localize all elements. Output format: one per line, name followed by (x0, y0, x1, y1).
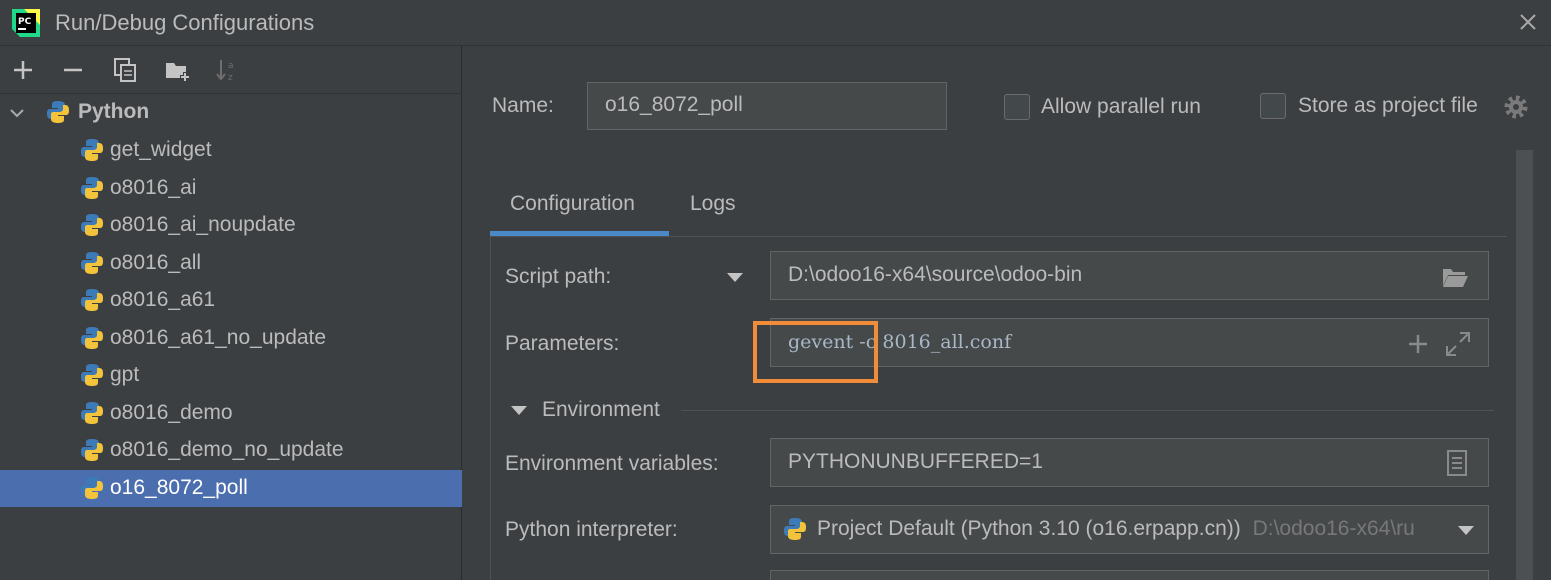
interpreter-path: D:\odoo16-x64\ru (1252, 517, 1415, 540)
python-icon (47, 101, 69, 123)
python-icon (81, 289, 103, 311)
tree-group-label: Python (78, 100, 150, 123)
tree-item[interactable]: o8016_ai (0, 170, 462, 207)
sort-icon[interactable]: a z (213, 56, 241, 84)
python-icon (81, 251, 103, 274)
pycharm-icon: PC (12, 9, 40, 37)
python-icon (81, 139, 103, 161)
python-icon (81, 176, 103, 199)
tree-item-label: o16_8072_poll (110, 475, 248, 499)
python-icon (81, 476, 103, 499)
store-project-label: Store as project file (1298, 94, 1478, 117)
script-path-field[interactable]: D:\odoo16-x64\source\odoo-bin (770, 251, 1489, 300)
interpreter-value: Project Default (Python 3.10 (o16.erpapp… (817, 517, 1241, 540)
tab-logs[interactable]: Logs (690, 192, 736, 216)
next-field[interactable] (770, 570, 1489, 580)
name-label: Name: (492, 94, 554, 117)
tree-item-label: o8016_demo_no_update (110, 438, 344, 461)
python-icon (81, 364, 103, 386)
python-icon (81, 326, 103, 349)
tab-configuration[interactable]: Configuration (510, 192, 635, 216)
tree-item-label: gpt (110, 363, 140, 386)
svg-text:a: a (228, 61, 234, 71)
store-project-checkbox[interactable] (1260, 93, 1286, 119)
python-icon (81, 439, 103, 461)
allow-parallel-label: Allow parallel run (1041, 95, 1201, 118)
python-icon (81, 214, 103, 236)
allow-parallel-checkbox[interactable] (1004, 94, 1030, 120)
close-icon[interactable] (1514, 8, 1542, 36)
script-type-dropdown-icon[interactable] (726, 271, 744, 283)
tree-item-label: o8016_ai (110, 175, 197, 199)
tree-item-label: o8016_demo (110, 400, 233, 424)
chevron-down-icon[interactable] (8, 104, 26, 122)
new-folder-icon[interactable] (163, 56, 191, 84)
interpreter-label: Python interpreter: (505, 518, 678, 541)
document-icon[interactable] (1442, 448, 1472, 478)
remove-icon[interactable] (59, 56, 87, 84)
env-vars-field[interactable]: PYTHONUNBUFFERED=1 (770, 438, 1489, 487)
configuration-editor: Name: o16_8072_poll Allow parallel run S… (463, 46, 1551, 580)
tree-group-python[interactable]: Python (0, 94, 462, 131)
interpreter-select[interactable]: Project Default (Python 3.10 (o16.erpapp… (770, 505, 1489, 554)
tree-item-label: o8016_ai_noupdate (110, 213, 296, 236)
highlight-box (753, 321, 878, 383)
gear-icon[interactable] (1502, 93, 1530, 121)
window-title: Run/Debug Configurations (55, 10, 315, 35)
tree-item-label: o8016_a61_no_update (110, 325, 327, 349)
script-path-label: Script path: (505, 265, 612, 288)
svg-text:z: z (228, 73, 233, 83)
name-input[interactable]: o16_8072_poll (587, 82, 947, 130)
environment-collapse-icon[interactable] (510, 404, 528, 416)
scrollbar[interactable] (1516, 150, 1533, 580)
parameters-label: Parameters: (505, 332, 620, 355)
tree-item[interactable]: o16_8072_poll (0, 469, 462, 507)
tree-item-label: o8016_all (110, 250, 202, 274)
tree-item[interactable]: o8016_a61_no_update (0, 320, 462, 357)
section-divider (681, 410, 1494, 411)
tree-item[interactable]: o8016_all (0, 245, 462, 282)
configurations-sidebar: a z Python get_widget o8016_ai o8016_ai_no… (0, 46, 462, 580)
tree-item[interactable]: o8016_demo (0, 395, 462, 432)
tree-item[interactable]: get_widget (0, 132, 462, 169)
add-icon[interactable] (9, 56, 37, 84)
expand-icon[interactable] (1443, 329, 1473, 359)
tree-item-label: get_widget (110, 138, 212, 161)
tree-item[interactable]: o8016_ai_noupdate (0, 207, 462, 244)
add-macro-icon[interactable] (1403, 329, 1433, 359)
tree-item-label: o8016_a61 (110, 288, 216, 311)
tree-item[interactable]: gpt (0, 357, 462, 394)
env-vars-label: Environment variables: (505, 452, 719, 475)
svg-text:PC: PC (18, 17, 32, 27)
folder-open-icon[interactable] (1440, 262, 1470, 292)
python-icon (81, 401, 103, 424)
chevron-down-icon[interactable] (1457, 524, 1475, 536)
environment-section-title: Environment (542, 398, 660, 421)
copy-icon[interactable] (111, 56, 139, 84)
sidebar-toolbar: a z (0, 46, 462, 94)
tree-item[interactable]: o8016_a61 (0, 282, 462, 319)
title-bar: PC Run/Debug Configurations (0, 0, 1551, 46)
python-icon (784, 518, 806, 540)
tree-item[interactable]: o8016_demo_no_update (0, 432, 462, 469)
